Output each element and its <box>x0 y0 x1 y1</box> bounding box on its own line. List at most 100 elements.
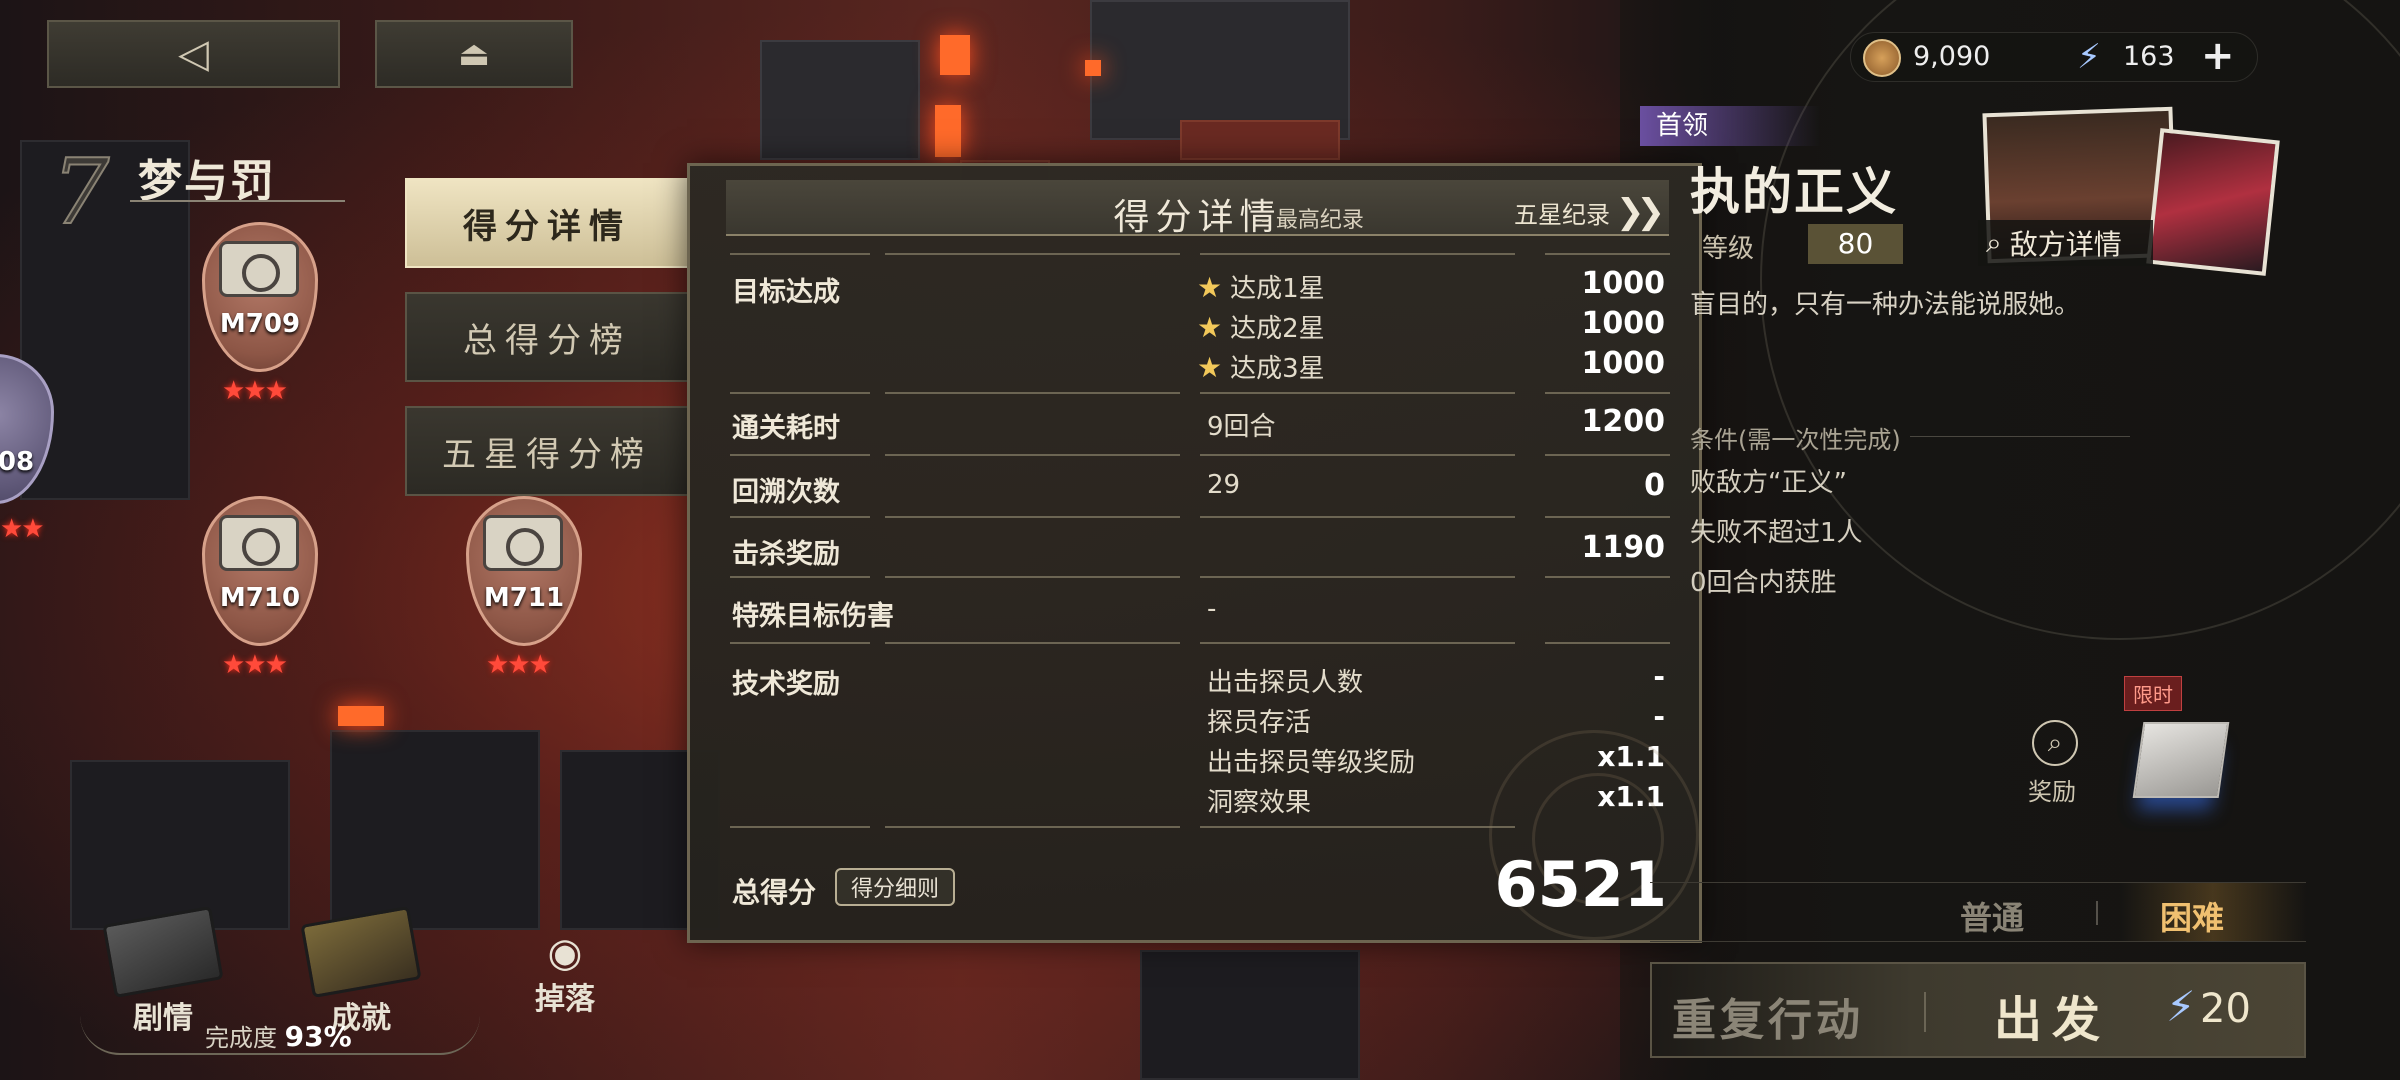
row-divider <box>730 454 870 456</box>
chapter-number: 7 <box>51 139 110 246</box>
limited-time-tag: 限时 <box>2124 676 2182 711</box>
difficulty-hard[interactable]: 困难 <box>2160 893 2224 939</box>
tech-item-text: 出击探员等级奖励 <box>1207 748 1416 778</box>
score-details-panel: 得分详情 - 最高纪录 五星纪录 ❯❯ 目标达成 ★ 达成1星 1000 ★ 达成2… <box>687 163 1702 943</box>
reward-label[interactable]: 奖励 <box>2028 772 2076 807</box>
boss-name: 执的正义 <box>1690 163 1898 221</box>
enemy-details-button[interactable]: ⌕ 敌方详情 <box>1978 220 2153 266</box>
completion-value: 93% <box>284 1020 352 1053</box>
energy-bolt-icon: ⚡ <box>2077 37 2101 77</box>
row-divider <box>1200 392 1515 394</box>
tech-item-text: 出击探员人数 <box>1207 668 1364 698</box>
special-damage-value: - <box>1207 594 1217 624</box>
double-chevron-right-icon: ❯❯ <box>1616 192 1665 232</box>
reward-magnifier-icon[interactable]: ⌕ <box>2032 720 2078 766</box>
window-light <box>935 105 961 157</box>
building <box>70 760 290 930</box>
difficulty-normal[interactable]: 普通 <box>1960 893 2024 939</box>
rewind-count: 29 <box>1207 470 1241 500</box>
star-1-value: 1000 <box>1581 266 1666 301</box>
row-divider <box>885 253 1180 255</box>
home-button[interactable]: ⏏ <box>375 20 573 88</box>
energy-amount: 163 <box>2123 41 2175 72</box>
energy-bolt-icon: ⚡ <box>2166 982 2196 1031</box>
back-button[interactable]: ◁ <box>47 20 340 88</box>
depart-button[interactable]: 出发 <box>1994 980 2110 1050</box>
repeat-action-button[interactable]: 重复行动 <box>1672 984 1864 1048</box>
clear-time-label: 通关耗时 <box>732 413 840 444</box>
story-label: 剧情 <box>133 1001 193 1036</box>
completion-label: 完成度 <box>205 1024 277 1052</box>
star-icon: ★ <box>1197 311 1223 344</box>
row-divider <box>885 392 1180 394</box>
building <box>1090 0 1350 140</box>
five-star-record-label: 五星纪录 <box>1514 200 1611 229</box>
clear-time-value: 1200 <box>1581 404 1666 439</box>
row-divider <box>885 516 1180 518</box>
row-divider <box>1545 392 1670 394</box>
stage-stars: ★★ <box>0 514 45 544</box>
boss-tag: 首领 <box>1640 106 1820 146</box>
row-divider <box>730 392 870 394</box>
row-divider <box>1200 576 1515 578</box>
five-star-record-link[interactable]: 五星纪录 ❯❯ <box>1514 192 1665 232</box>
row-divider <box>1545 454 1670 456</box>
row-divider <box>885 454 1180 456</box>
special-damage-label: 特殊目标伤害 <box>732 601 894 632</box>
panel-subtitle: - 最高纪录 <box>1261 208 1364 233</box>
panel-header: 得分详情 - 最高纪录 五星纪录 ❯❯ <box>726 180 1669 238</box>
row-divider <box>730 642 870 644</box>
add-energy-button[interactable]: + <box>2201 33 2235 79</box>
target-label: 目标达成 <box>732 277 840 308</box>
row-divider <box>885 576 1180 578</box>
achievement-card-icon <box>300 906 422 998</box>
tab-score-details[interactable]: 得分详情 <box>405 178 687 268</box>
completion-text: 完成度 93% <box>205 1018 352 1053</box>
tab-total-leaderboard[interactable]: 总得分榜 <box>405 292 687 382</box>
row-divider <box>1545 253 1670 255</box>
score-rules-button[interactable]: 得分细则 <box>835 868 956 906</box>
row-divider <box>1200 454 1515 456</box>
star-icon: ★ <box>1197 351 1223 384</box>
tech-item-text: 探员存活 <box>1207 708 1312 738</box>
row-divider <box>1545 642 1670 644</box>
level-label: 等级 <box>1702 234 1755 264</box>
drops-label: 掉落 <box>535 982 595 1017</box>
row-divider <box>885 642 1180 644</box>
total-score-value: 6521 <box>1494 848 1667 921</box>
tv-icon <box>219 241 299 297</box>
row-divider <box>730 576 870 578</box>
conditions-divider <box>1910 436 2130 437</box>
clear-time-turns: 9回合 <box>1207 412 1276 442</box>
kill-reward-label: 击杀奖励 <box>732 539 840 570</box>
stage-code: 08 <box>0 447 35 477</box>
difficulty-divider <box>2096 901 2098 925</box>
stage-code: M709 <box>219 309 301 339</box>
star-icon: ★ <box>1197 271 1223 304</box>
resource-bar: 9,090 ⚡ 163 + <box>1850 32 2258 82</box>
story-button[interactable]: 剧情 <box>102 906 224 1037</box>
energy-cost: 20 <box>2200 986 2251 1032</box>
window-light <box>940 35 970 75</box>
row-divider <box>1200 642 1515 644</box>
magnifier-icon: ⌕ <box>1986 226 2002 259</box>
reward-item-icon[interactable] <box>2132 722 2230 798</box>
tech-item-value: - <box>1653 660 1665 693</box>
tech-bonus-label: 技术奖励 <box>732 669 840 700</box>
difficulty-selector: 普通 困难 <box>1650 882 2306 942</box>
stage-code: M711 <box>483 583 565 613</box>
drops-button[interactable]: ◉ 掉落 <box>535 930 595 1018</box>
coin-amount: 9,090 <box>1913 41 1991 72</box>
action-bar: 重复行动 出发 ⚡ 20 <box>1650 962 2306 1058</box>
tab-five-star-leaderboard[interactable]: 五星得分榜 <box>405 406 687 496</box>
row-divider <box>730 253 870 255</box>
condition-item: 失败不超过1人 <box>1690 518 1863 548</box>
stage-code: M710 <box>219 583 301 613</box>
star-1-text: ★ 达成1星 <box>1197 271 1325 304</box>
enemy-portrait-card <box>2146 128 2280 276</box>
tv-icon <box>219 515 299 571</box>
stack-home-icon: ⏏ <box>457 34 491 74</box>
coin-icon <box>1863 39 1901 77</box>
level-value: 80 <box>1808 224 1903 264</box>
kill-reward-value: 1190 <box>1581 530 1666 565</box>
